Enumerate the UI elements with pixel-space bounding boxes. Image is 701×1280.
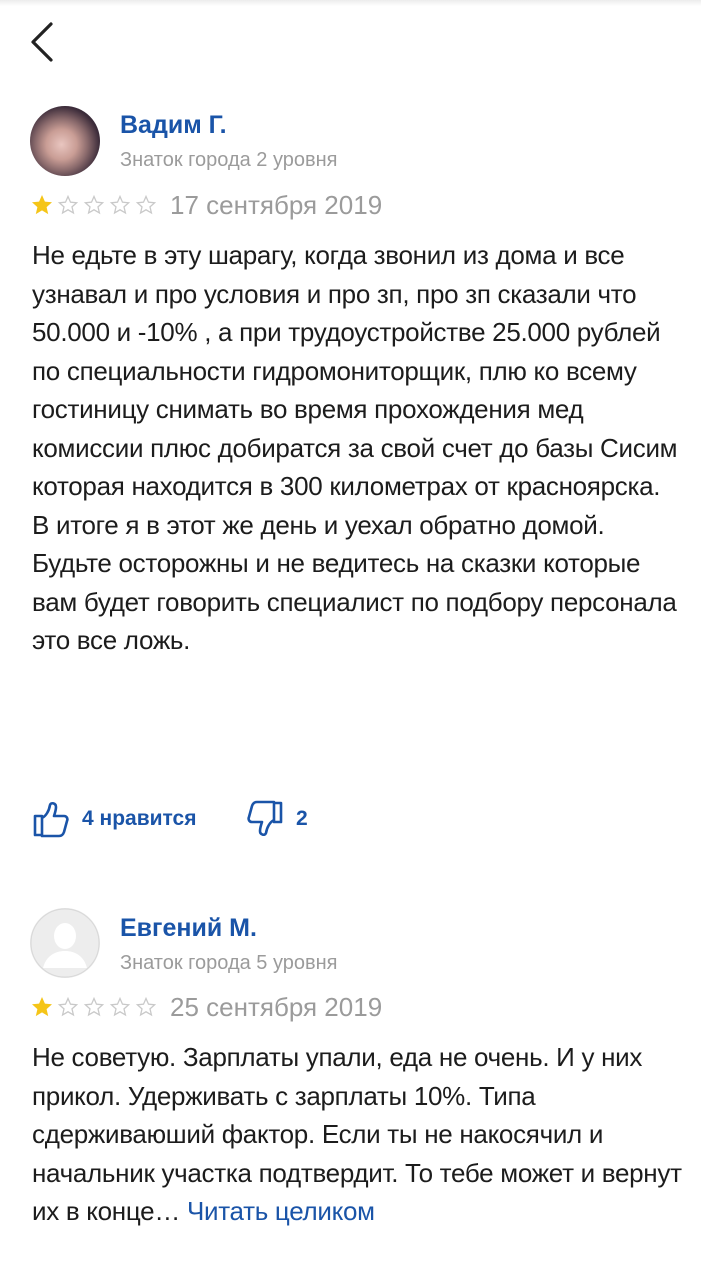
chevron-left-icon xyxy=(31,22,53,62)
rating-stars xyxy=(30,995,158,1019)
top-bar xyxy=(0,0,701,90)
rating-stars xyxy=(30,193,158,217)
star-filled-icon xyxy=(32,997,52,1017)
star-empty-icon xyxy=(109,996,131,1017)
star-empty-icon xyxy=(57,194,79,215)
like-button[interactable]: 4 нравится xyxy=(32,800,196,838)
avatar[interactable] xyxy=(30,908,100,978)
review-date: 17 сентября 2019 xyxy=(170,190,383,220)
read-more-link[interactable]: Читать целиком xyxy=(187,1196,375,1226)
avatar[interactable] xyxy=(30,106,100,176)
star-empty-icon xyxy=(83,996,105,1017)
star-empty-icon xyxy=(135,996,157,1017)
user-placeholder-icon xyxy=(30,908,100,978)
review-text: Не советую. Зарплаты упали, еда не очень… xyxy=(32,1038,682,1231)
star-empty-icon xyxy=(83,194,105,215)
review-author[interactable]: Евгений М. xyxy=(120,914,257,943)
review-date: 25 сентября 2019 xyxy=(170,992,383,1022)
star-empty-icon xyxy=(135,194,157,215)
author-level: Знаток города 5 уровня xyxy=(120,952,338,974)
like-count-label: 4 нравится xyxy=(82,807,197,830)
author-level: Знаток города 2 уровня xyxy=(120,149,338,171)
dislike-count: 2 xyxy=(296,807,308,830)
star-empty-icon xyxy=(109,194,131,215)
review-text: Не едьте в эту шарагу, когда звонил из д… xyxy=(32,240,678,655)
review-author[interactable]: Вадим Г. xyxy=(120,111,227,140)
back-button[interactable] xyxy=(18,18,66,66)
dislike-button[interactable]: 2 xyxy=(246,800,308,838)
thumbs-up-icon xyxy=(33,801,69,838)
thumbs-down-icon xyxy=(247,800,283,837)
star-empty-icon xyxy=(57,996,79,1017)
star-filled-icon xyxy=(32,195,52,215)
